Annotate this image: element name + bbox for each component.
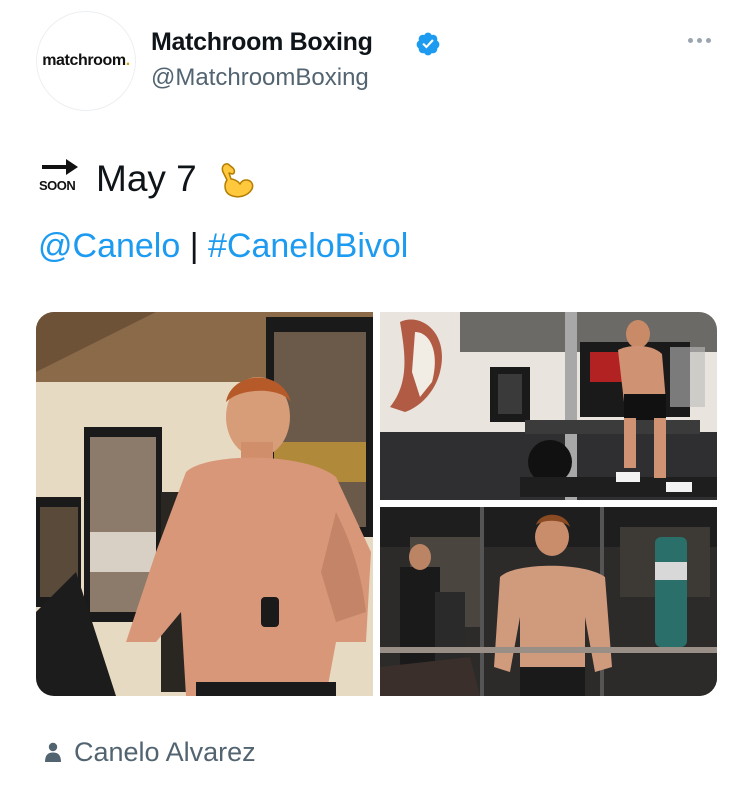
photo-1[interactable] (36, 312, 373, 696)
media-grid (36, 312, 717, 696)
mention-link[interactable]: @Canelo (38, 227, 180, 265)
dot-icon (705, 37, 711, 43)
verified-badge-icon (416, 32, 440, 56)
display-name[interactable]: Matchroom Boxing (151, 28, 373, 57)
tweet-mentions-line: @Canelo | #CaneloBivol (38, 227, 408, 266)
boxer-shirtless-photo (36, 312, 373, 696)
tagged-person[interactable]: Canelo Alvarez (44, 734, 256, 770)
dot-icon (687, 37, 693, 43)
person-icon (45, 742, 61, 762)
tweet-date-text: May 7 (96, 158, 197, 199)
photo-2[interactable] (380, 312, 717, 500)
boxer-gym-photo (380, 507, 717, 696)
more-options-button[interactable] (681, 30, 717, 50)
photo-3[interactable] (380, 507, 717, 696)
avatar-logo-text: matchroom. (42, 52, 130, 69)
dot-icon (696, 37, 702, 43)
user-handle[interactable]: @MatchroomBoxing (151, 64, 369, 92)
avatar[interactable]: matchroom. (36, 11, 136, 111)
flexed-biceps-icon (221, 163, 254, 198)
boxer-treadmill-photo (380, 312, 717, 500)
tagged-person-name: Canelo Alvarez (74, 736, 256, 767)
separator: | (180, 227, 208, 265)
soon-label: SOON (39, 178, 76, 193)
hashtag-link[interactable]: #CaneloBivol (208, 227, 408, 265)
